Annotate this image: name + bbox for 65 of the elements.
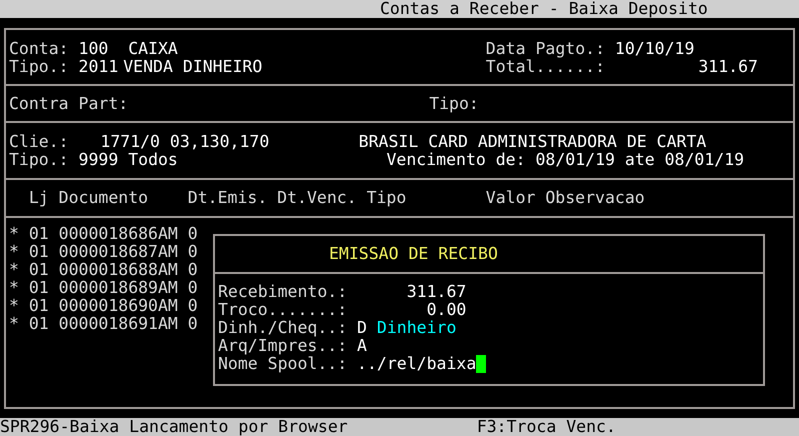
field-value: 311.67 [697, 58, 758, 76]
field-value: Vencimento de: 08/01/19 ate 08/01/19 [386, 151, 744, 169]
field-value: VENDA DINHEIRO [123, 58, 264, 76]
table-cell-text: * [9, 315, 20, 333]
field-label: Tipo.: [9, 58, 70, 76]
column-header: Dt.Emis. [188, 189, 268, 207]
table-cell-text: 01 [28, 279, 50, 297]
field-label: Contra Part: [9, 95, 130, 113]
field-label: Arq/Impres..: [218, 337, 348, 355]
column-header: Lj [28, 189, 50, 207]
table-cell-text: 01 [28, 297, 50, 315]
choice-description: Dinheiro [376, 319, 456, 337]
table-cell-text: 0 [188, 279, 199, 297]
table-cell-text: * [9, 261, 20, 279]
table-cell-text: 0000018688AM [58, 261, 179, 279]
field-value: 9999 Todos [78, 151, 179, 169]
column-header: Observacao [545, 189, 646, 207]
code-value: A [357, 337, 367, 355]
table-cell-text: 01 [28, 225, 50, 243]
field-label: Data Pagto.: [486, 40, 606, 58]
table-cell-text: 0 [188, 225, 199, 243]
field-value: CAIXA [128, 40, 179, 58]
field-label: Dinh./Cheq..: [218, 319, 348, 337]
text-cursor [476, 355, 486, 373]
table-cell-text: 0000018691AM [58, 315, 179, 333]
column-header: Dt.Venc. [277, 189, 358, 207]
field-label: Nome Spool..: [218, 355, 348, 373]
field-label: Troco.......: [218, 301, 348, 319]
table-cell-text: * [9, 243, 20, 261]
amount-value: 0.00 [426, 301, 466, 319]
field-label: Clie.: [9, 133, 70, 151]
table-cell-text: 0 [188, 261, 199, 279]
table-cell-text: 01 [28, 243, 50, 261]
spool-field[interactable]: ../rel/baixa [357, 355, 486, 373]
status-text: SPR296-Baixa Lancamento por Browser [0, 418, 349, 436]
table-cell-text: 0000018690AM [58, 297, 179, 315]
field-value: 100 [78, 40, 110, 58]
column-header: Tipo [366, 189, 408, 207]
table-cell-text: 0 [188, 297, 199, 315]
column-header: Documento [58, 189, 150, 207]
field-label: Tipo.: [9, 151, 70, 169]
field-label: Recebimento.: [218, 283, 348, 301]
table-cell-text: 0 [188, 315, 199, 333]
table-cell-text: 0 [188, 243, 199, 261]
table-cell-text: * [9, 225, 20, 243]
field-value: BRASIL CARD ADMINISTRADORA DE CARTA [358, 133, 706, 151]
table-cell-text: 0000018686AM [58, 225, 179, 243]
status-text: F3:Troca Venc. [476, 418, 616, 436]
choice-value: D [357, 319, 367, 337]
field-label: Total......: [486, 58, 605, 76]
field-value: 2011 [78, 58, 120, 76]
table-cell-text: 0000018689AM [58, 279, 179, 297]
amount-value: 311.67 [406, 283, 466, 301]
table-cell-text: 01 [28, 261, 50, 279]
table-cell-text: * [9, 297, 20, 315]
field-value: 1771/0 03,130,170 [100, 133, 270, 151]
column-header: Valor [486, 189, 536, 207]
field-value: 10/10/19 [614, 40, 694, 58]
table-cell-text: 0000018687AM [58, 243, 179, 261]
table-cell-text: * [9, 279, 20, 297]
table-cell-text: 01 [28, 315, 50, 333]
field-label: Conta: [9, 40, 70, 58]
field-label: Tipo: [429, 95, 479, 113]
window-title: Contas a Receber - Baixa Deposito [380, 0, 708, 18]
dialog-title: EMISSAO DE RECIBO [329, 244, 498, 263]
